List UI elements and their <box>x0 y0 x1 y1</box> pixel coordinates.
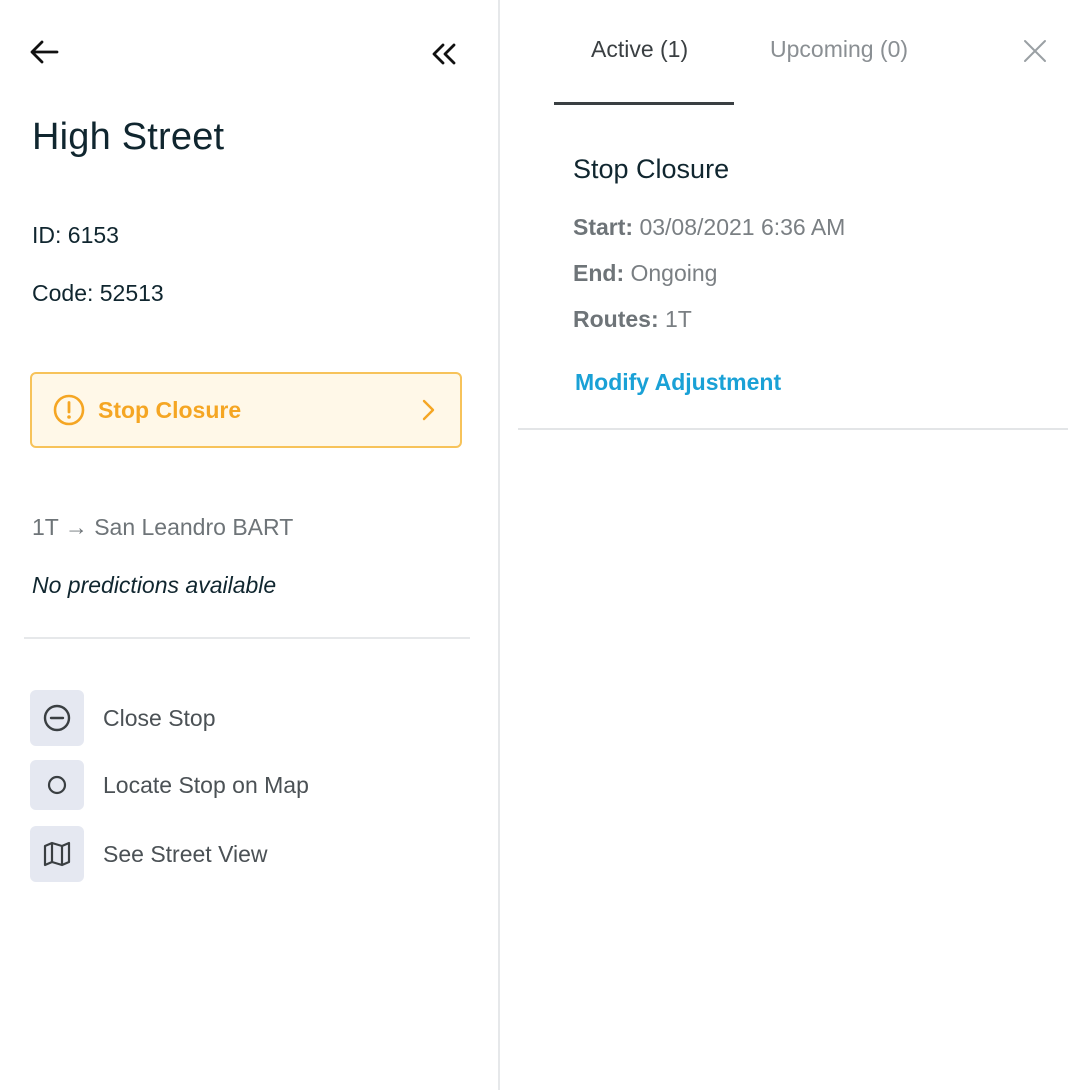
routes-value: 1T <box>665 306 692 332</box>
route-direction: 1T → San Leandro BART <box>32 514 294 540</box>
stop-code: Code: 52513 <box>32 280 164 306</box>
map-icon <box>43 841 71 867</box>
adjustment-title: Stop Closure <box>573 154 730 184</box>
adjustment-divider <box>518 428 1068 430</box>
street-view-label: See Street View <box>103 840 268 867</box>
active-tab-indicator <box>554 102 734 105</box>
alert-label: Stop Closure <box>98 396 242 423</box>
start-label: Start: <box>573 214 634 240</box>
locate-stop-icon-tile <box>30 760 84 810</box>
adjustment-start: Start: 03/08/2021 6:36 AM <box>573 214 845 241</box>
tab-upcoming[interactable]: Upcoming (0) <box>770 36 908 63</box>
adjustments-panel: Active (1) Upcoming (0) Stop Closure Sta… <box>500 0 1078 1090</box>
locate-stop-button[interactable]: Locate Stop on Map <box>30 760 309 810</box>
minus-circle-icon <box>43 704 71 732</box>
close-stop-icon-tile <box>30 690 84 746</box>
street-view-button[interactable]: See Street View <box>30 826 268 882</box>
adjustment-routes: Routes: 1T <box>573 306 692 333</box>
locate-stop-label: Locate Stop on Map <box>103 771 309 798</box>
warning-circle-icon <box>53 394 85 426</box>
close-stop-label: Close Stop <box>103 704 216 731</box>
arrow-left-icon <box>30 40 59 64</box>
end-value: Ongoing <box>630 260 718 286</box>
end-label: End: <box>573 260 625 286</box>
stop-id: ID: 6153 <box>32 222 119 248</box>
modify-adjustment-link[interactable]: Modify Adjustment <box>575 369 781 396</box>
predictions-status: No predictions available <box>32 572 277 598</box>
start-value: 03/08/2021 6:36 AM <box>639 214 846 240</box>
collapse-panel-button[interactable] <box>424 36 464 72</box>
back-button[interactable] <box>26 34 62 70</box>
stop-closure-alert[interactable]: Stop Closure <box>30 372 462 448</box>
routes-label: Routes: <box>573 306 659 332</box>
section-divider <box>24 637 470 639</box>
stop-name: High Street <box>32 116 225 158</box>
close-icon <box>1024 40 1046 62</box>
stop-details-panel: High Street ID: 6153 Code: 52513 Stop Cl… <box>0 0 498 1090</box>
adjustment-end: End: Ongoing <box>573 260 717 287</box>
close-stop-button[interactable]: Close Stop <box>30 690 216 746</box>
close-button[interactable] <box>1016 32 1054 70</box>
app-root: High Street ID: 6153 Code: 52513 Stop Cl… <box>0 0 1078 1090</box>
circle-icon <box>47 775 67 795</box>
chevron-right-icon <box>422 399 435 421</box>
double-chevron-left-icon <box>432 43 456 65</box>
tab-active[interactable]: Active (1) <box>591 36 688 63</box>
street-view-icon-tile <box>30 826 84 882</box>
